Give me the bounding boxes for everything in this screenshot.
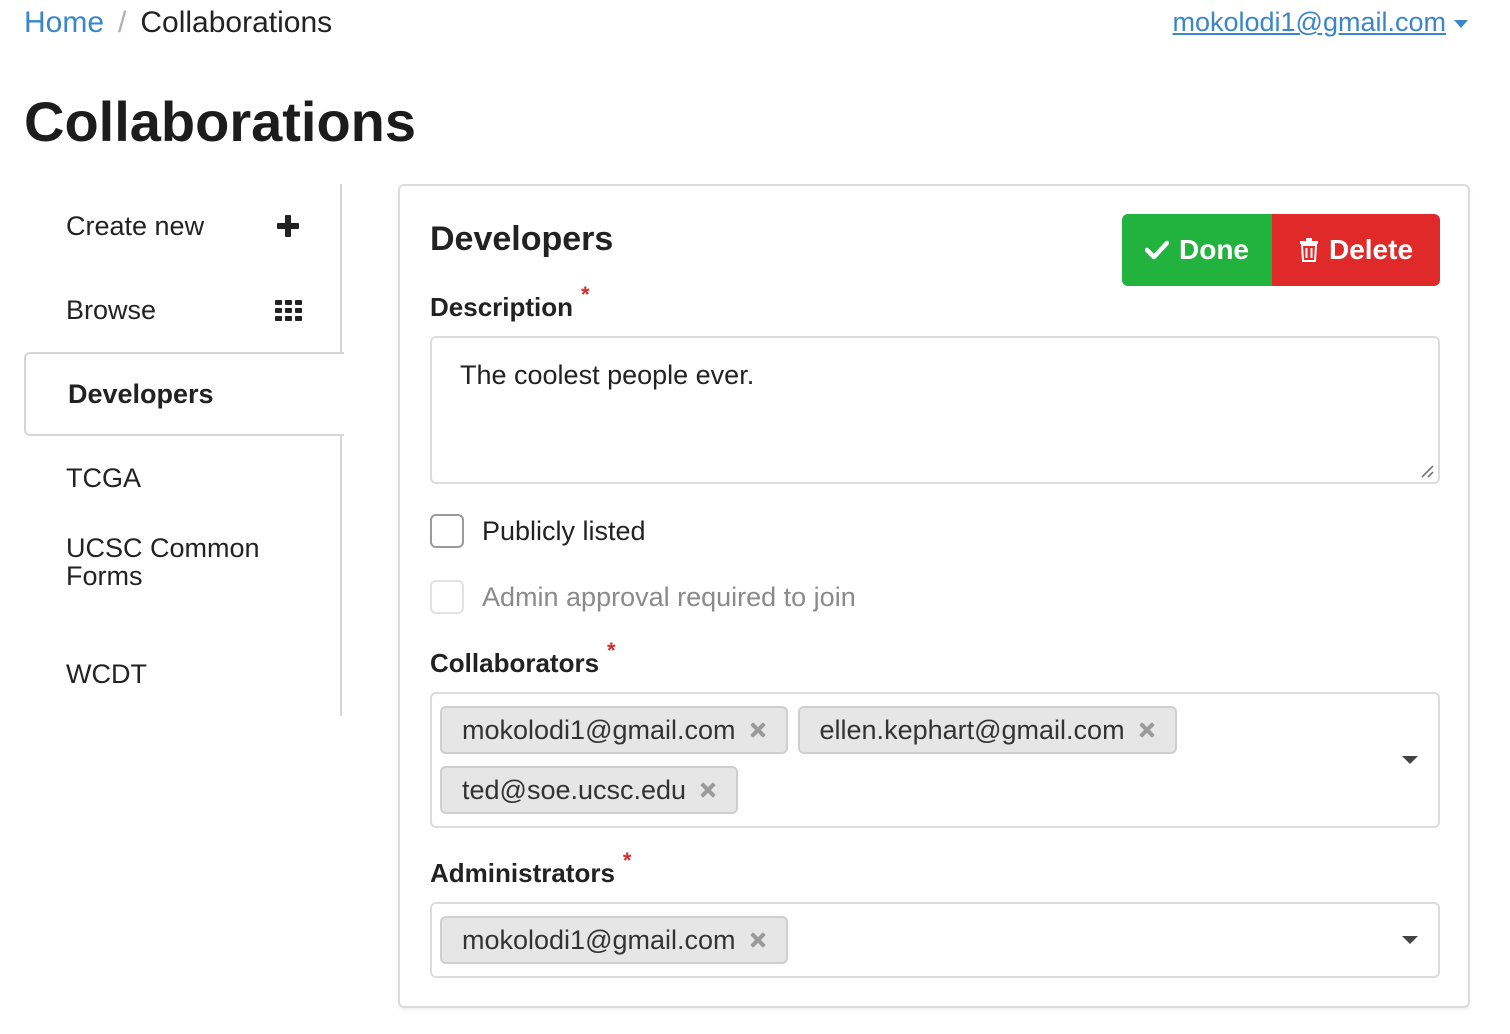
sidebar-item-browse[interactable]: Browse [24, 268, 342, 352]
collaborators-select[interactable]: mokolodi1@gmail.com ellen.kephart@gmail.… [430, 692, 1440, 828]
description-textarea[interactable]: The coolest people ever. [430, 336, 1440, 484]
grid-icon [274, 296, 302, 324]
collaborator-chip: ellen.kephart@gmail.com [797, 706, 1177, 754]
sidebar-item-label: UCSC Common Forms [66, 533, 260, 591]
sidebar-item-tcga[interactable]: TCGA [24, 436, 342, 520]
user-menu[interactable]: mokolodi1@gmail.com [1172, 4, 1468, 40]
required-marker: * [607, 638, 616, 663]
collaborators-label-text: Collaborators [430, 648, 600, 678]
required-marker: * [622, 848, 632, 873]
collaborator-chip: ted@soe.ucsc.edu [440, 766, 739, 814]
page-title: Collaborations [24, 90, 417, 153]
collaboration-title: Developers [430, 220, 614, 258]
caret-down-icon[interactable] [1454, 19, 1468, 28]
administrators-select[interactable]: mokolodi1@gmail.com [430, 902, 1440, 978]
sidebar-item-label: Browse [66, 294, 157, 325]
delete-button[interactable]: Delete [1272, 214, 1440, 286]
publicly-listed-label: Publicly listed [482, 515, 646, 546]
admin-approval-option: Admin approval required to join [430, 580, 856, 614]
remove-icon[interactable] [1139, 722, 1155, 738]
remove-icon[interactable] [700, 782, 716, 798]
done-button[interactable]: Done [1122, 214, 1272, 286]
remove-icon[interactable] [750, 722, 766, 738]
sidebar-item-developers[interactable]: Developers [24, 352, 344, 436]
user-email[interactable]: mokolodi1@gmail.com [1172, 4, 1446, 40]
publicly-listed-option[interactable]: Publicly listed [430, 514, 646, 548]
sidebar-item-wcdt[interactable]: WCDT [24, 632, 342, 716]
admin-approval-checkbox [430, 580, 464, 614]
action-button-group: Done Delete [1122, 214, 1440, 286]
collaborators-chip-list: mokolodi1@gmail.com ellen.kephart@gmail.… [440, 706, 1320, 814]
plus-icon [274, 212, 302, 240]
description-label-text: Description [430, 292, 574, 322]
chip-label: ted@soe.ucsc.edu [462, 774, 687, 805]
sidebar-item-label: Create new [66, 210, 205, 241]
administrator-chip: mokolodi1@gmail.com [440, 916, 788, 964]
description-label: Description * [430, 282, 590, 326]
collaboration-edit-panel: Developers Done Delete Description * The … [398, 184, 1470, 1008]
resize-handle-icon[interactable] [1420, 464, 1434, 478]
sidebar-item-label: Developers [68, 378, 214, 409]
administrators-chip-list: mokolodi1@gmail.com [440, 916, 1320, 964]
done-button-label: Done [1179, 234, 1249, 265]
chip-label: mokolodi1@gmail.com [462, 924, 736, 955]
sidebar: Create new Browse Developers TCGA UCSC C… [24, 184, 344, 716]
breadcrumb-home-link[interactable]: Home [24, 4, 104, 42]
sidebar-item-label: WCDT [66, 658, 147, 689]
sidebar-item-create-new[interactable]: Create new [24, 184, 342, 268]
trash-icon [1299, 238, 1318, 262]
remove-icon[interactable] [750, 932, 766, 948]
check-icon [1145, 240, 1169, 260]
breadcrumb-separator: / [118, 6, 127, 39]
breadcrumb-current: Collaborations [140, 6, 333, 39]
chip-label: ellen.kephart@gmail.com [819, 714, 1125, 745]
description-value: The coolest people ever. [460, 360, 755, 390]
required-marker: * [581, 282, 590, 307]
chip-label: mokolodi1@gmail.com [462, 714, 736, 745]
sidebar-item-ucsc-common-forms[interactable]: UCSC Common Forms [24, 520, 304, 604]
collaborators-label: Collaborators * [430, 638, 616, 682]
sidebar-item-label: TCGA [66, 462, 142, 493]
breadcrumb: Home / Collaborations [24, 4, 332, 42]
delete-button-label: Delete [1328, 234, 1414, 265]
chevron-down-icon[interactable] [1402, 936, 1418, 944]
admin-approval-label: Admin approval required to join [482, 581, 856, 612]
chevron-down-icon[interactable] [1402, 756, 1418, 764]
collaborator-chip: mokolodi1@gmail.com [440, 706, 788, 754]
administrators-label-text: Administrators [430, 858, 615, 888]
publicly-listed-checkbox[interactable] [430, 514, 464, 548]
administrators-label: Administrators * [430, 848, 631, 892]
